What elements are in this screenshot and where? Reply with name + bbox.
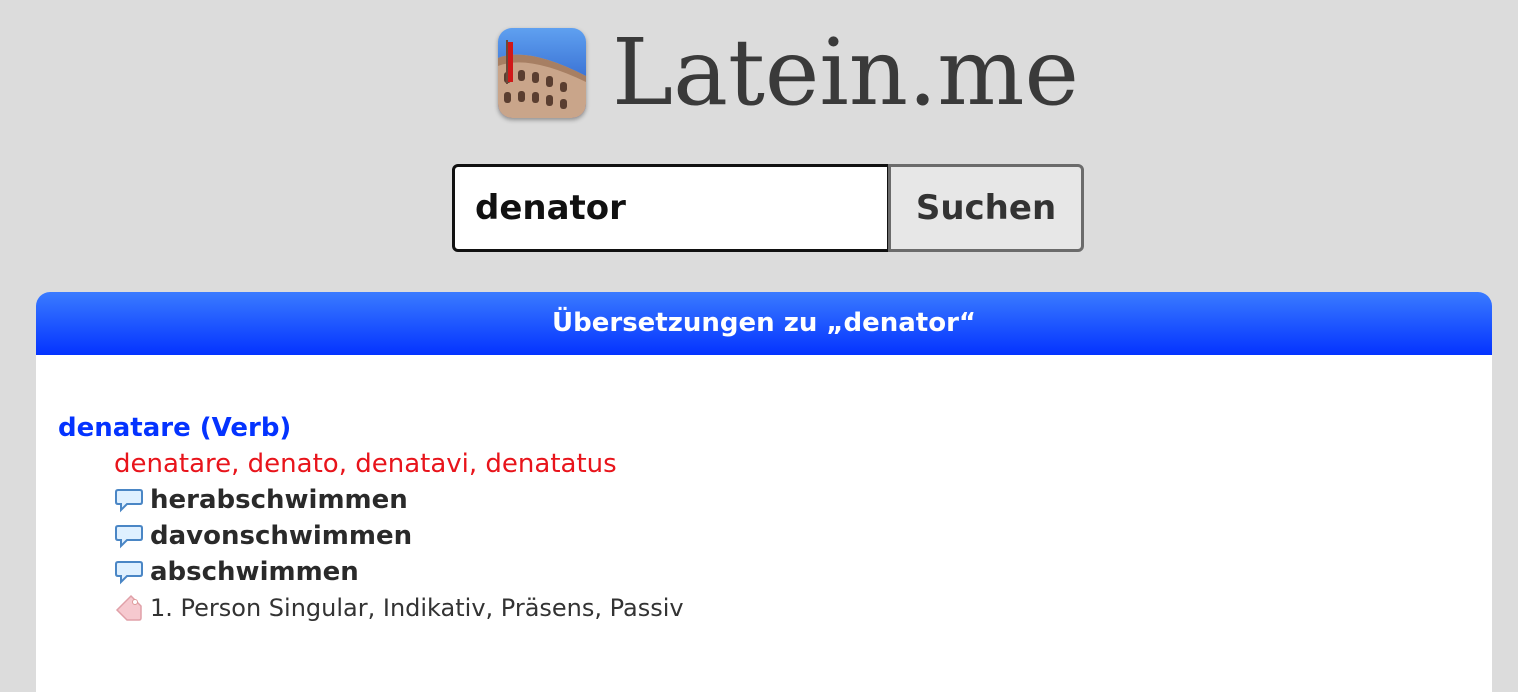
meaning-text: davonschwimmen	[150, 521, 413, 551]
site-header: Latein.me	[0, 0, 1518, 150]
meaning-row: herabschwimmen	[114, 482, 684, 518]
meaning-row: davonschwimmen	[114, 518, 684, 554]
tag-icon	[114, 593, 144, 623]
dictionary-entry: denatare (Verb) denatare, denato, denata…	[58, 410, 684, 626]
principal-parts: denatare, denato, denatavi, denatatus	[114, 449, 617, 479]
search-button[interactable]: Suchen	[888, 164, 1084, 252]
site-title[interactable]: Latein.me	[612, 18, 1079, 128]
results-title: Übersetzungen zu „denator“	[36, 292, 1492, 355]
search-input[interactable]	[452, 164, 890, 252]
lemma-link[interactable]: denatare (Verb)	[58, 410, 684, 446]
meaning-text: herabschwimmen	[150, 485, 408, 515]
colosseum-logo-icon[interactable]	[498, 28, 586, 118]
grammar-row: 1. Person Singular, Indikativ, Präsens, …	[114, 590, 684, 626]
speech-bubble-icon	[114, 557, 144, 587]
grammar-info: 1. Person Singular, Indikativ, Präsens, …	[150, 594, 684, 622]
results-panel: Übersetzungen zu „denator“ denatare (Ver…	[36, 292, 1492, 692]
meaning-row: abschwimmen	[114, 554, 684, 590]
speech-bubble-icon	[114, 485, 144, 515]
search-form: Suchen	[452, 164, 1084, 252]
meaning-text: abschwimmen	[150, 557, 359, 587]
speech-bubble-icon	[114, 521, 144, 551]
